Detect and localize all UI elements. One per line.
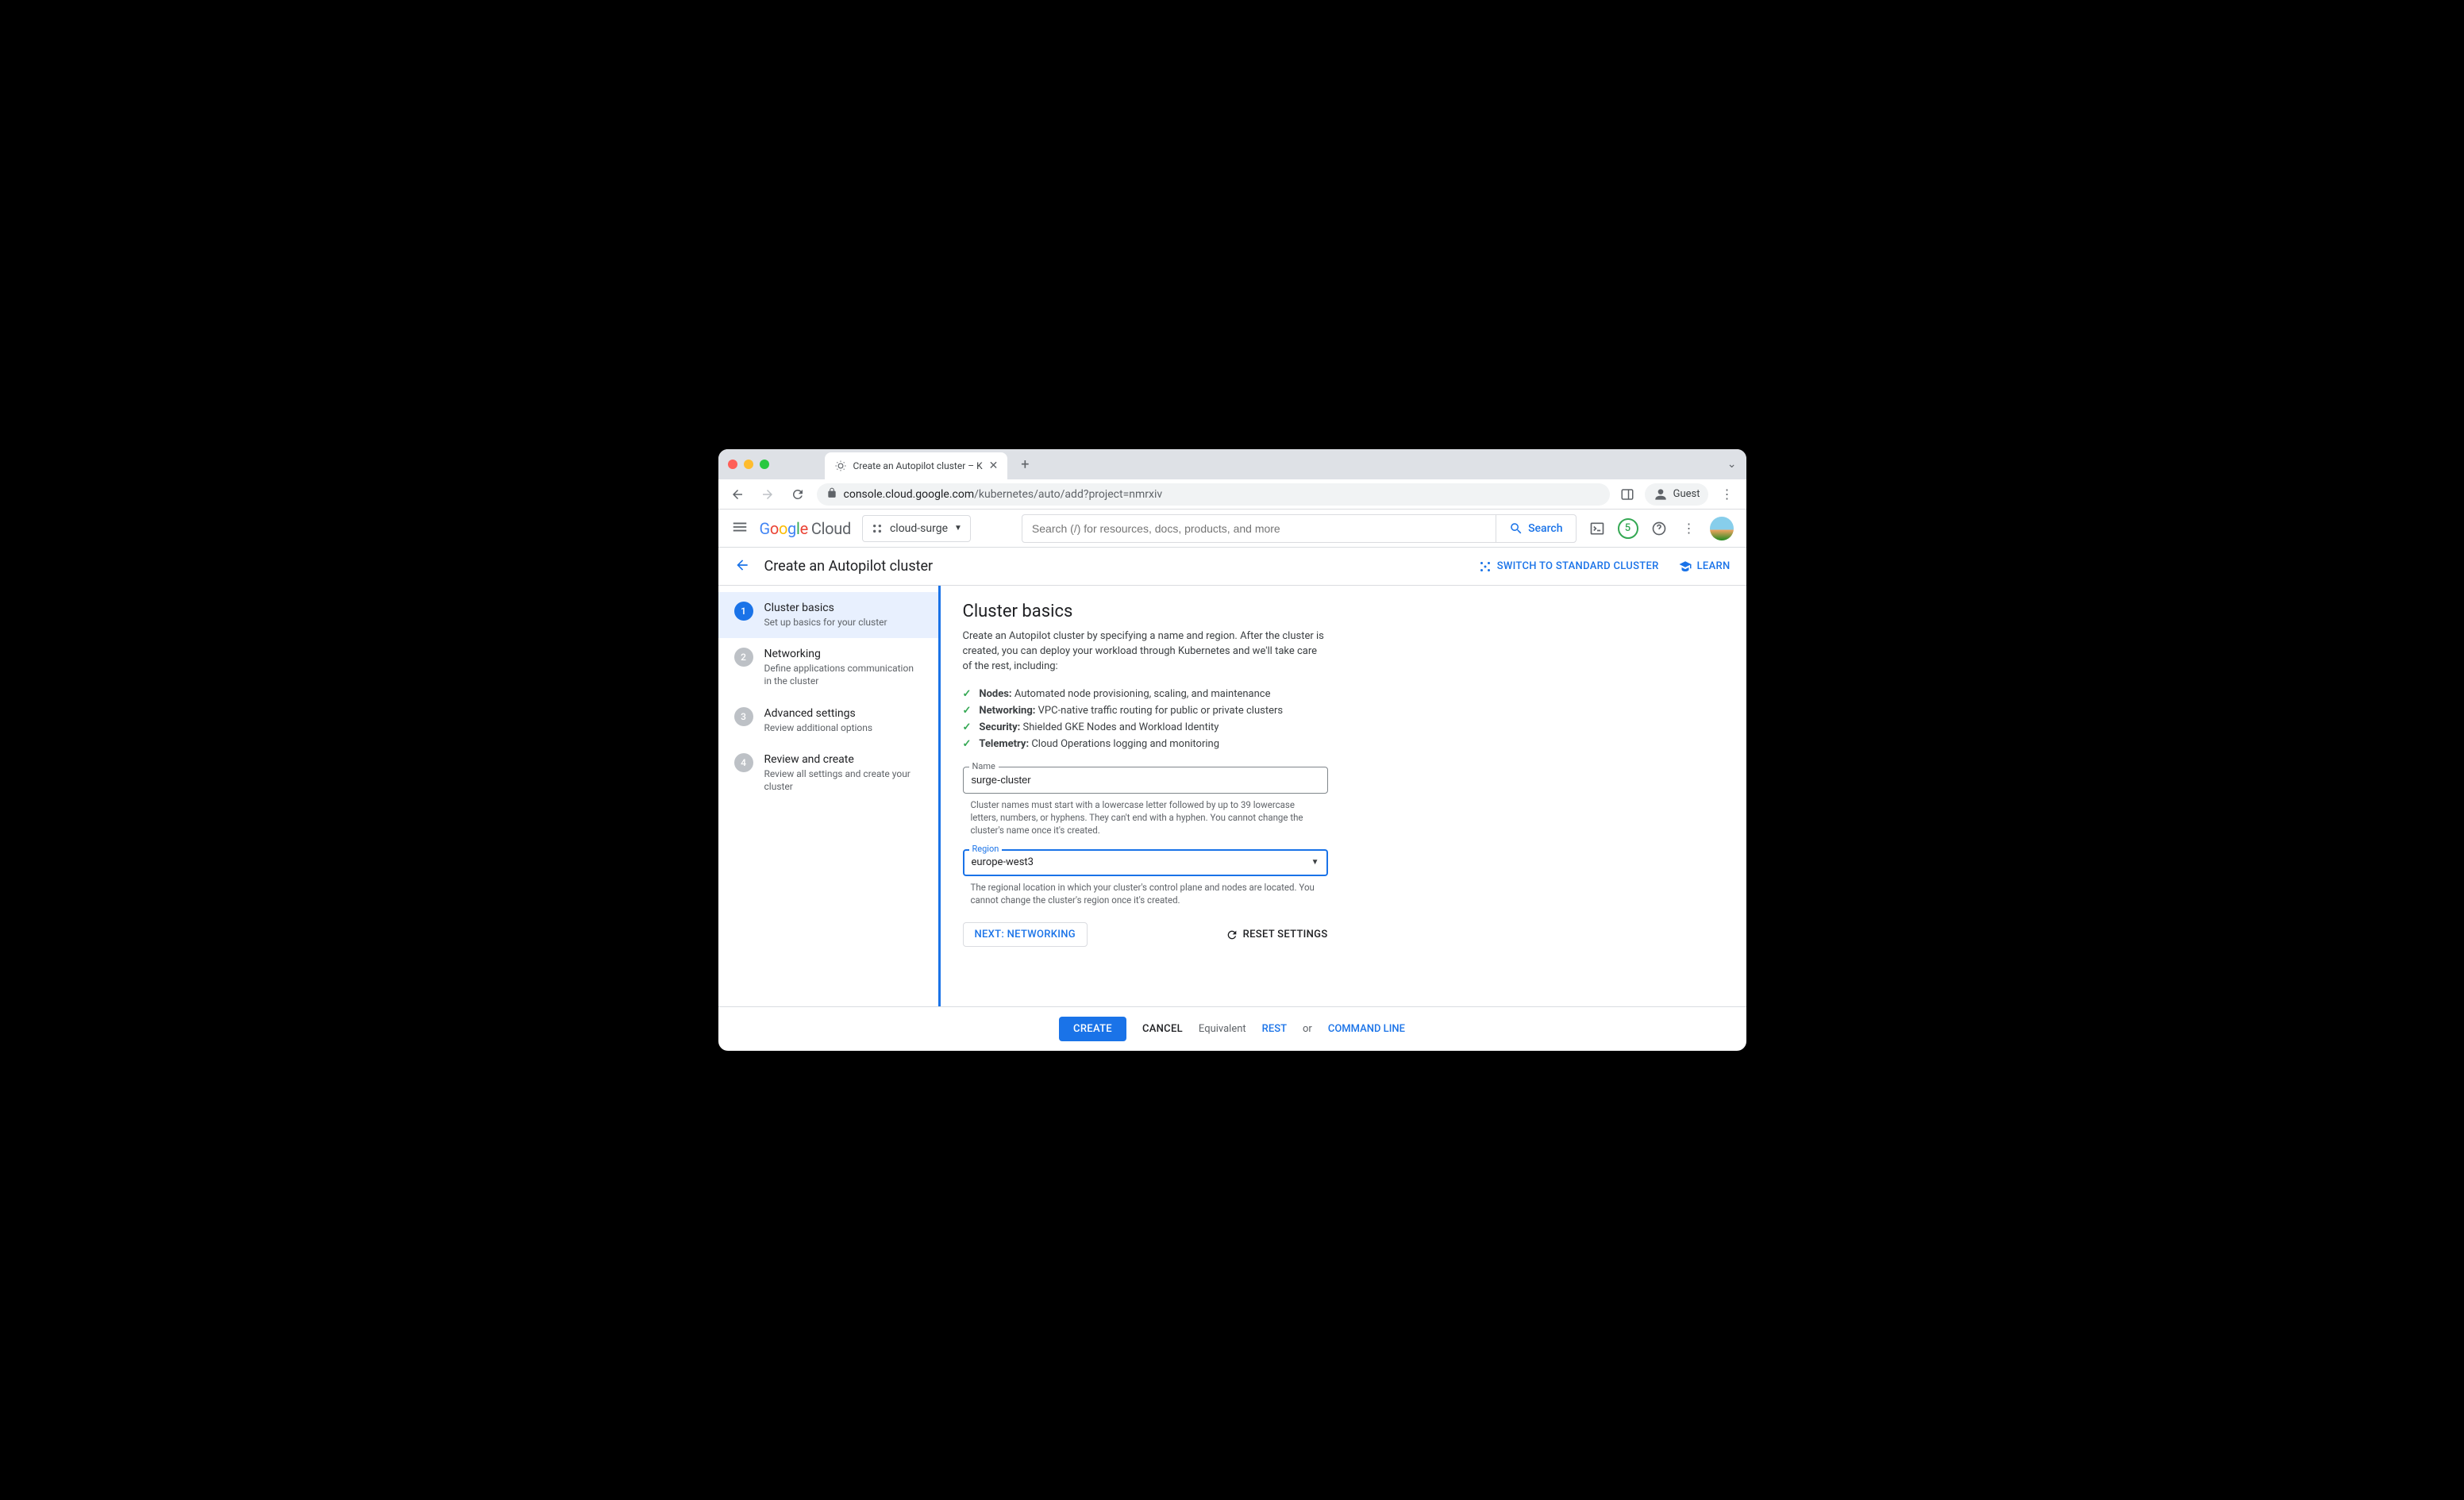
feature-list: ✓Nodes: Automated node provisioning, sca…: [963, 686, 1724, 752]
name-helper-text: Cluster names must start with a lowercas…: [971, 798, 1320, 837]
reload-button[interactable]: [787, 483, 809, 506]
step-review-create[interactable]: 4 Review and create Review all settings …: [718, 744, 938, 802]
lock-icon: [826, 487, 837, 502]
window-fullscreen-button[interactable]: [760, 460, 769, 469]
check-icon: ✓: [963, 705, 972, 717]
or-label: or: [1303, 1023, 1312, 1035]
browser-tab-strip: Create an Autopilot cluster – K ✕ + ⌄: [718, 449, 1746, 479]
name-label: Name: [969, 761, 999, 771]
gcp-logo[interactable]: GoogleCloud: [760, 519, 851, 538]
nav-menu-icon[interactable]: [731, 518, 749, 539]
equivalent-label: Equivalent: [1199, 1023, 1246, 1035]
dropdown-arrow-icon: ▼: [1311, 858, 1319, 867]
rest-link[interactable]: REST: [1262, 1023, 1287, 1035]
cluster-name-input[interactable]: [963, 767, 1328, 794]
page-back-button[interactable]: [734, 557, 750, 576]
feature-item-nodes: ✓Nodes: Automated node provisioning, sca…: [963, 686, 1724, 702]
reset-settings-button[interactable]: RESET SETTINGS: [1226, 929, 1328, 941]
dropdown-arrow-icon: ▼: [954, 524, 962, 533]
check-icon: ✓: [963, 738, 972, 750]
feature-item-telemetry: ✓Telemetry: Cloud Operations logging and…: [963, 736, 1724, 752]
search-button[interactable]: Search: [1496, 515, 1575, 542]
step-networking[interactable]: 2 Networking Define applications communi…: [718, 638, 938, 697]
page-header: Create an Autopilot cluster SWITCH TO ST…: [718, 548, 1746, 586]
region-label: Region: [969, 844, 1003, 854]
page-title: Create an Autopilot cluster: [764, 558, 934, 575]
region-select[interactable]: europe-west3 ▼: [963, 849, 1328, 876]
page-footer: CREATE CANCEL Equivalent REST or COMMAND…: [718, 1006, 1746, 1051]
project-selector[interactable]: cloud-surge ▼: [862, 515, 971, 542]
forward-button[interactable]: [757, 483, 779, 506]
browser-menu-icon[interactable]: ⋮: [1716, 487, 1738, 502]
command-line-link[interactable]: COMMAND LINE: [1328, 1023, 1405, 1035]
window-minimize-button[interactable]: [744, 460, 753, 469]
account-avatar[interactable]: [1710, 517, 1734, 540]
back-button[interactable]: [726, 483, 749, 506]
panel-toggle-icon[interactable]: [1618, 485, 1637, 504]
free-trial-badge[interactable]: 5: [1618, 518, 1638, 539]
cloud-shell-icon[interactable]: [1588, 519, 1607, 538]
next-networking-button[interactable]: NEXT: NETWORKING: [963, 922, 1088, 947]
check-icon: ✓: [963, 721, 972, 733]
browser-tab[interactable]: Create an Autopilot cluster – K ✕: [825, 452, 1008, 479]
check-icon: ✓: [963, 688, 972, 700]
profile-label: Guest: [1673, 488, 1700, 500]
gcp-topbar: GoogleCloud cloud-surge ▼ Search 5 ⋮: [718, 510, 1746, 548]
profile-chip[interactable]: Guest: [1645, 483, 1708, 506]
section-heading: Cluster basics: [963, 602, 1724, 621]
main-panel: Cluster basics Create an Autopilot clust…: [938, 586, 1746, 1006]
gcp-search: Search: [1022, 514, 1577, 543]
region-value: europe-west3: [972, 856, 1034, 868]
step-advanced-settings[interactable]: 3 Advanced settings Review additional op…: [718, 698, 938, 744]
help-icon[interactable]: [1650, 519, 1669, 538]
tab-favicon: [834, 460, 847, 472]
create-button[interactable]: CREATE: [1059, 1017, 1126, 1041]
region-field-container: Region europe-west3 ▼: [963, 849, 1328, 876]
url-field[interactable]: console.cloud.google.com/kubernetes/auto…: [817, 483, 1610, 506]
stepper-sidebar: 1 Cluster basics Set up basics for your …: [718, 586, 939, 1006]
tab-list-chevron-icon[interactable]: ⌄: [1727, 458, 1737, 471]
switch-standard-button[interactable]: SWITCH TO STANDARD CLUSTER: [1478, 560, 1659, 574]
name-field-container: Name: [963, 767, 1328, 794]
more-options-icon[interactable]: ⋮: [1680, 519, 1699, 538]
feature-item-security: ✓Security: Shielded GKE Nodes and Worklo…: [963, 719, 1724, 736]
section-description: Create an Autopilot cluster by specifyin…: [963, 629, 1328, 675]
learn-button[interactable]: LEARN: [1678, 560, 1731, 574]
cancel-button[interactable]: CANCEL: [1142, 1023, 1183, 1035]
region-helper-text: The regional location in which your clus…: [971, 881, 1320, 906]
tab-title: Create an Autopilot cluster – K: [853, 460, 983, 471]
tab-close-icon[interactable]: ✕: [989, 460, 999, 472]
feature-item-networking: ✓Networking: VPC-native traffic routing …: [963, 702, 1724, 719]
browser-toolbar: console.cloud.google.com/kubernetes/auto…: [718, 479, 1746, 510]
url-text: console.cloud.google.com/kubernetes/auto…: [844, 488, 1163, 501]
new-tab-button[interactable]: +: [1014, 453, 1036, 475]
step-cluster-basics[interactable]: 1 Cluster basics Set up basics for your …: [718, 592, 938, 638]
window-close-button[interactable]: [728, 460, 737, 469]
search-input[interactable]: [1022, 522, 1496, 535]
project-name: cloud-surge: [890, 522, 948, 535]
